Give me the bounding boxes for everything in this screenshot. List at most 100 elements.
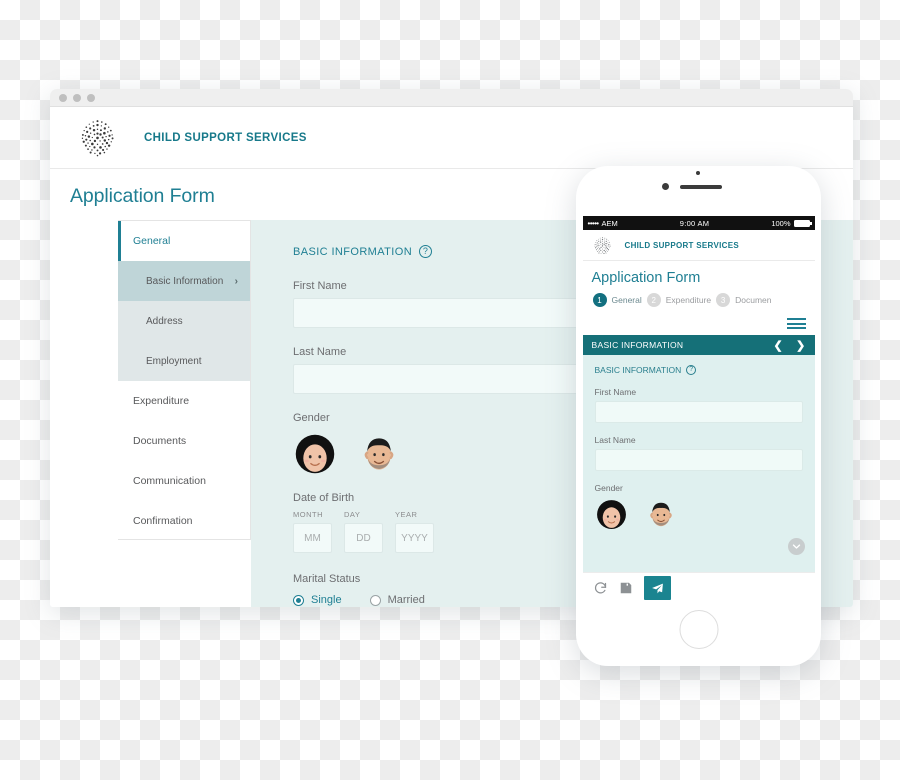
brand-title: CHILD SUPPORT SERVICES xyxy=(144,131,307,144)
phone-section-bar-title: BASIC INFORMATION xyxy=(591,340,684,350)
sidebar-item-confirmation[interactable]: Confirmation xyxy=(118,501,250,541)
front-camera-icon xyxy=(662,183,669,190)
phone-first-name-label: First Name xyxy=(594,387,637,397)
male-avatar-icon[interactable] xyxy=(646,498,676,531)
window-zoom-icon[interactable] xyxy=(87,93,95,102)
step-number: 1 xyxy=(592,293,607,307)
dob-year: YEAR YYYY xyxy=(395,510,434,553)
phone-form-section-heading: BASIC INFORMATION ? xyxy=(595,365,803,375)
carrier-label: AEM xyxy=(601,218,618,228)
marital-option-single[interactable]: Single xyxy=(293,594,342,606)
battery-percent-label: 100% xyxy=(771,218,791,228)
sidebar-item-general[interactable]: General xyxy=(118,221,250,261)
phone-app-header: CHILD SUPPORT SERVICES xyxy=(582,230,815,261)
step-general[interactable]: 1 General xyxy=(592,293,642,307)
phone-title-block: Application Form 1 General 2 Expenditure… xyxy=(582,261,815,313)
sidebar-item-basic-information[interactable]: Basic Information › xyxy=(118,261,250,301)
chevron-right-icon[interactable]: ❯ xyxy=(796,339,806,352)
sidebar-item-label: Basic Information xyxy=(146,275,224,287)
female-avatar-icon[interactable] xyxy=(595,498,628,531)
dob-year-caption: YEAR xyxy=(395,510,418,519)
radio-unselected-icon[interactable] xyxy=(369,594,381,606)
dotted-sphere-logo-icon xyxy=(594,236,611,254)
sidebar-item-label: Address xyxy=(146,315,183,327)
radio-selected-icon[interactable] xyxy=(293,594,304,606)
section-heading-label: BASIC INFORMATION xyxy=(293,245,413,258)
sidebar-item-label: Employment xyxy=(146,355,202,367)
phone-section-bar: BASIC INFORMATION ❮ ❯ xyxy=(582,335,815,355)
send-paper-plane-icon[interactable] xyxy=(643,576,671,600)
phone-section-nav: ❮ ❯ xyxy=(773,339,805,352)
hamburger-line xyxy=(786,327,806,329)
dob-day-caption: DAY xyxy=(344,510,361,519)
step-documents[interactable]: 3 Documen xyxy=(716,293,772,307)
sidebar-item-employment[interactable]: Employment xyxy=(118,341,250,381)
phone-step-indicator: 1 General 2 Expenditure 3 Documen xyxy=(592,293,815,307)
female-avatar-icon[interactable] xyxy=(293,432,337,476)
phone-status-bar: ••••• AEM 9:00 AM 100% xyxy=(582,216,815,230)
phone-gender-label: Gender xyxy=(594,483,623,493)
dotted-sphere-logo-icon xyxy=(81,120,114,157)
dob-year-input[interactable]: YYYY xyxy=(395,523,434,553)
window-minimize-icon[interactable] xyxy=(73,93,81,102)
signal-strength-icon: ••••• xyxy=(587,218,600,228)
refresh-icon[interactable] xyxy=(593,581,608,596)
page-title: Application Form xyxy=(70,185,215,207)
dob-month-caption: MONTH xyxy=(293,510,323,519)
sidebar-item-label: Documents xyxy=(133,435,187,447)
dob-month-input[interactable]: MM xyxy=(293,523,332,553)
sidebar-item-documents[interactable]: Documents xyxy=(118,421,250,461)
phone-top-bezel xyxy=(576,166,821,216)
step-label: Expenditure xyxy=(665,295,712,305)
battery-icon xyxy=(793,219,812,227)
chevron-left-icon[interactable]: ❮ xyxy=(773,339,783,352)
dob-month: MONTH MM xyxy=(293,510,332,553)
proximity-sensor-icon xyxy=(696,171,700,175)
chevron-right-icon: › xyxy=(234,275,238,287)
phone-last-name-input[interactable] xyxy=(594,449,803,471)
status-bar-time: 9:00 AM xyxy=(679,218,710,228)
step-label: Documen xyxy=(735,295,772,305)
phone-screen: ••••• AEM 9:00 AM 100% CHILD SUPPORT SER… xyxy=(582,216,815,601)
phone-first-name-input[interactable] xyxy=(594,401,803,423)
step-number: 3 xyxy=(716,293,731,307)
sidebar-item-label: Communication xyxy=(133,475,206,487)
dob-day: DAY DD xyxy=(344,510,383,553)
hamburger-line xyxy=(786,318,806,320)
phone-section-heading-label: BASIC INFORMATION xyxy=(594,365,682,375)
status-bar-right: 100% xyxy=(771,218,812,228)
phone-gender-options xyxy=(595,498,803,531)
help-icon[interactable]: ? xyxy=(686,365,697,375)
browser-titlebar xyxy=(50,89,853,107)
marital-option-label: Married xyxy=(387,594,425,606)
hamburger-menu-icon[interactable] xyxy=(582,313,815,335)
sidebar-item-address[interactable]: Address xyxy=(118,301,250,341)
scroll-down-chevron-icon[interactable] xyxy=(787,538,805,555)
phone-basic-information-form: BASIC INFORMATION ? First Name Last Name… xyxy=(582,355,815,572)
sidebar-item-label: Confirmation xyxy=(133,515,193,527)
step-expenditure[interactable]: 2 Expenditure xyxy=(646,293,712,307)
app-header: CHILD SUPPORT SERVICES xyxy=(50,107,853,169)
chevron-down-glyph xyxy=(792,544,800,549)
help-icon[interactable]: ? xyxy=(419,245,433,258)
sidebar-item-label: Expenditure xyxy=(133,395,190,407)
dob-day-input[interactable]: DD xyxy=(344,523,383,553)
sidebar-item-communication[interactable]: Communication xyxy=(118,461,250,501)
home-button[interactable] xyxy=(679,610,718,649)
sidebar-item-label: General xyxy=(133,235,171,247)
form-sidebar-nav: General Basic Information › Address Empl… xyxy=(118,220,251,540)
window-close-icon[interactable] xyxy=(59,93,67,102)
save-floppy-icon[interactable] xyxy=(619,581,633,595)
phone-bottom-bezel xyxy=(576,601,821,661)
step-number: 2 xyxy=(646,293,661,307)
phone-bottom-toolbar xyxy=(582,572,815,601)
earpiece-speaker-icon xyxy=(680,185,722,189)
step-label: General xyxy=(611,295,642,305)
phone-last-name-label: Last Name xyxy=(594,435,636,445)
phone-page-title: Application Form xyxy=(591,270,701,286)
marital-option-married[interactable]: Married xyxy=(369,594,425,606)
male-avatar-icon[interactable] xyxy=(359,432,399,476)
phone-mockup: ••••• AEM 9:00 AM 100% CHILD SUPPORT SER… xyxy=(576,166,821,666)
sidebar-item-expenditure[interactable]: Expenditure xyxy=(118,381,250,421)
marital-option-label: Single xyxy=(311,594,342,606)
